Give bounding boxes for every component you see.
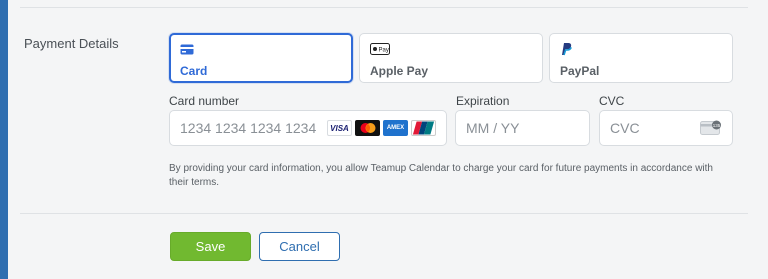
cvc-input[interactable] (610, 120, 700, 136)
section-label: Payment Details (24, 36, 119, 51)
paypal-icon (560, 42, 722, 56)
mastercard-icon (355, 120, 380, 136)
card-brands: VISA AMEX (327, 120, 436, 136)
card-number-label: Card number (169, 94, 240, 108)
top-divider (20, 7, 748, 8)
amex-icon: AMEX (383, 120, 408, 136)
expiration-field[interactable] (455, 110, 590, 146)
svg-text:Pay: Pay (379, 48, 389, 54)
card-number-input[interactable] (180, 120, 323, 136)
unionpay-icon (411, 120, 436, 136)
cvc-card-icon: 135 (700, 120, 722, 136)
visa-icon: VISA (327, 120, 352, 136)
tab-apple-pay[interactable]: Pay Apple Pay (359, 33, 543, 83)
save-button[interactable]: Save (170, 232, 251, 261)
legal-text: By providing your card information, you … (169, 163, 713, 188)
apple-pay-icon: Pay (370, 42, 532, 56)
left-rail (0, 0, 8, 279)
bottom-divider (20, 213, 748, 214)
tab-apple-pay-label: Apple Pay (370, 64, 429, 78)
expiration-label: Expiration (456, 94, 510, 108)
tab-card-label: Card (180, 64, 208, 78)
card-icon (180, 42, 342, 56)
tab-card[interactable]: Card (169, 33, 353, 83)
tab-paypal-label: PayPal (560, 64, 600, 78)
card-number-field[interactable]: VISA AMEX (169, 110, 447, 146)
cvc-field[interactable]: 135 (599, 110, 733, 146)
svg-text:135: 135 (713, 123, 721, 128)
expiration-input[interactable] (466, 120, 579, 136)
cvc-label: CVC (599, 94, 625, 108)
cancel-button[interactable]: Cancel (259, 232, 340, 261)
tab-paypal[interactable]: PayPal (549, 33, 733, 83)
